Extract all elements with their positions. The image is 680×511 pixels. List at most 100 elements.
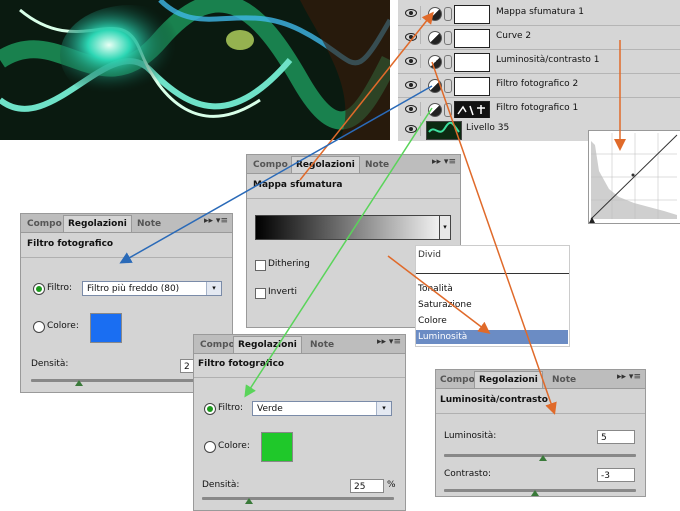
- panel-tabbar: Compo Regolazioni Note ▸▸ ▾≡: [21, 214, 232, 233]
- filtro-radio[interactable]: [204, 403, 216, 415]
- list-item[interactable]: Tonalità: [418, 284, 453, 294]
- link-icon: [444, 103, 452, 117]
- link-icon: [444, 7, 452, 21]
- densita-slider[interactable]: [202, 497, 394, 500]
- contrasto-label: Contrasto:: [444, 469, 491, 479]
- densita-input[interactable]: 25: [350, 479, 384, 493]
- tab-compo[interactable]: Compo: [253, 157, 288, 173]
- colore-radio[interactable]: [204, 441, 216, 453]
- layer-name: Luminosità/contrasto 1: [496, 55, 600, 65]
- list-item[interactable]: Saturazione: [418, 300, 472, 310]
- tab-compo[interactable]: Compo: [27, 216, 62, 232]
- panel-menu-icon[interactable]: ▸▸ ▾≡: [432, 157, 456, 167]
- colore-radio[interactable]: [33, 321, 45, 333]
- layer-mask-thumbnail: [454, 53, 490, 72]
- adjustment-layer-icon: [428, 7, 442, 21]
- color-swatch[interactable]: [90, 313, 122, 343]
- panel-menu-icon[interactable]: ▸▸ ▾≡: [377, 337, 401, 347]
- tab-regolazioni[interactable]: Regolazioni: [474, 371, 543, 388]
- layer-thumbnail: [426, 121, 462, 140]
- eye-icon[interactable]: [402, 122, 421, 136]
- blend-mode-list[interactable]: Divid Tonalità Saturazione Colore Lumino…: [415, 245, 570, 347]
- densita-label: Densità:: [31, 359, 69, 369]
- luminosita-input[interactable]: 5: [597, 430, 635, 444]
- list-item[interactable]: Divid: [418, 250, 441, 260]
- color-swatch[interactable]: [261, 432, 293, 462]
- layer-row[interactable]: Mappa sfumatura 1: [398, 2, 680, 26]
- tab-note[interactable]: Note: [137, 216, 161, 232]
- tab-compo[interactable]: Compo: [200, 337, 235, 353]
- inverti-label: Inverti: [268, 287, 297, 297]
- tab-regolazioni[interactable]: Regolazioni: [63, 215, 132, 232]
- inverti-checkbox[interactable]: [255, 288, 266, 299]
- layer-mask-thumbnail: [454, 29, 490, 48]
- slider-thumb[interactable]: [245, 498, 253, 504]
- adjustment-layer-icon: [428, 31, 442, 45]
- eye-icon[interactable]: [402, 78, 421, 92]
- layer-row[interactable]: Curve 2: [398, 26, 680, 50]
- densita-label: Densità:: [202, 480, 240, 490]
- chevron-down-icon[interactable]: ▾: [376, 402, 391, 415]
- slider-thumb[interactable]: [531, 490, 539, 496]
- filtro-radio[interactable]: [33, 283, 45, 295]
- layers-panel: Mappa sfumatura 1 Curve 2 Luminosità/con…: [398, 0, 680, 141]
- list-item-selected[interactable]: Luminosità: [416, 330, 568, 344]
- tab-regolazioni[interactable]: Regolazioni: [291, 156, 360, 173]
- eye-icon[interactable]: [402, 102, 421, 116]
- filtro-select-value: Filtro più freddo (80): [87, 284, 180, 294]
- brightness-contrast-panel: Compo Regolazioni Note ▸▸ ▾≡ Luminosità/…: [435, 369, 646, 497]
- list-item[interactable]: Colore: [418, 316, 447, 326]
- layer-row[interactable]: Filtro fotografico 2: [398, 74, 680, 98]
- luminosita-label: Luminosità:: [444, 431, 497, 441]
- gradient-preview[interactable]: ▾: [255, 215, 451, 240]
- divider: [247, 198, 460, 199]
- layer-name: Livello 35: [466, 123, 510, 133]
- dithering-checkbox[interactable]: [255, 260, 266, 271]
- curves-graph[interactable]: [588, 130, 680, 224]
- panel-title: Mappa sfumatura: [253, 180, 343, 190]
- layer-mask-thumbnail: [454, 5, 490, 24]
- contrasto-slider[interactable]: [444, 489, 636, 492]
- eye-icon[interactable]: [402, 54, 421, 68]
- eye-icon[interactable]: [402, 6, 421, 20]
- slider-thumb[interactable]: [539, 455, 547, 461]
- layer-mask-thumbnail: [454, 77, 490, 96]
- link-icon: [444, 55, 452, 69]
- tab-compo[interactable]: Compo: [440, 372, 475, 388]
- filtro-select-value: Verde: [257, 404, 283, 414]
- adjustment-layer-icon: [428, 55, 442, 69]
- tab-note[interactable]: Note: [310, 337, 334, 353]
- filtro-label: Filtro:: [47, 283, 73, 293]
- artwork-preview: [0, 0, 390, 140]
- layer-name: Mappa sfumatura 1: [496, 7, 584, 17]
- divider: [21, 257, 232, 258]
- filtro-select[interactable]: Filtro più freddo (80) ▾: [82, 281, 222, 296]
- panel-title: Luminosità/contrasto: [440, 395, 548, 405]
- filtro-select[interactable]: Verde ▾: [252, 401, 392, 416]
- divider: [194, 377, 405, 378]
- dithering-label: Dithering: [268, 259, 310, 269]
- link-icon: [444, 31, 452, 45]
- chevron-down-icon[interactable]: ▾: [206, 282, 221, 295]
- panel-tabbar: Compo Regolazioni Note ▸▸ ▾≡: [247, 155, 460, 174]
- tab-note[interactable]: Note: [365, 157, 389, 173]
- layer-row[interactable]: Luminosità/contrasto 1: [398, 50, 680, 74]
- layer-name: Filtro fotografico 1: [496, 103, 579, 113]
- panel-tabbar: Compo Regolazioni Note ▸▸ ▾≡: [194, 335, 405, 354]
- panel-menu-icon[interactable]: ▸▸ ▾≡: [617, 372, 641, 382]
- panel-title: Filtro fotografico: [198, 359, 285, 369]
- filtro-label: Filtro:: [218, 403, 244, 413]
- divider: [436, 413, 645, 414]
- slider-thumb[interactable]: [75, 380, 83, 386]
- layer-name: Filtro fotografico 2: [496, 79, 579, 89]
- colore-label: Colore:: [218, 441, 250, 451]
- adjustment-layer-icon: [428, 103, 442, 117]
- panel-title: Filtro fotografico: [27, 239, 114, 249]
- colore-label: Colore:: [47, 321, 79, 331]
- eye-icon[interactable]: [402, 30, 421, 44]
- chevron-down-icon[interactable]: ▾: [439, 216, 450, 239]
- tab-note[interactable]: Note: [552, 372, 576, 388]
- panel-menu-icon[interactable]: ▸▸ ▾≡: [204, 216, 228, 226]
- tab-regolazioni[interactable]: Regolazioni: [233, 336, 302, 353]
- contrasto-input[interactable]: -3: [597, 468, 635, 482]
